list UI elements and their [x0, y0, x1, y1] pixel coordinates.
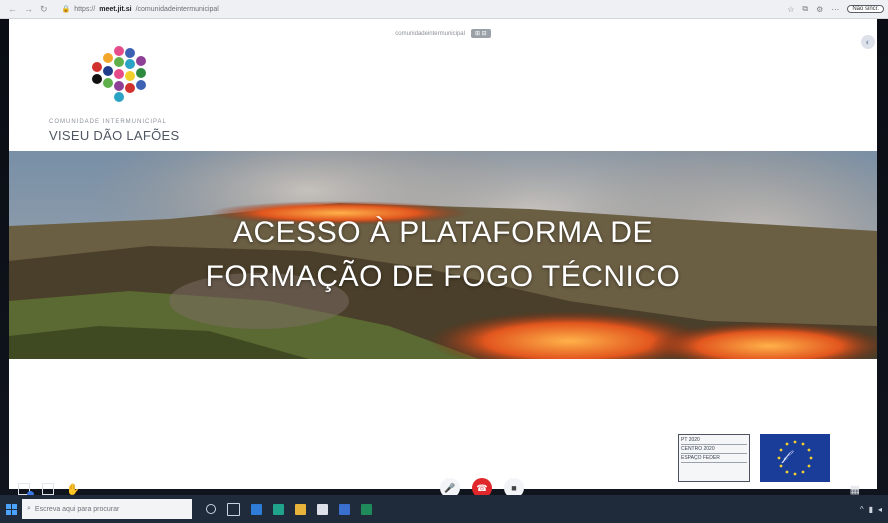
os-taskbar: ⌕ Escreva aqui para procurar ^ ▮ ◂ — [0, 495, 888, 523]
url-host: meet.jit.si — [99, 5, 132, 13]
back-icon[interactable]: ← — [8, 4, 17, 15]
eu-stars-icon — [777, 440, 813, 476]
store-icon[interactable] — [317, 503, 328, 515]
portugal2020-logo: PT 2020 CENTRO 2020 ESPAÇO FEDER — [678, 434, 750, 482]
url-prefix: https:// — [74, 5, 96, 13]
screen-share-button[interactable] — [18, 483, 34, 498]
eu-signature-mark: 𝒻 — [782, 448, 789, 464]
windows-start-button[interactable] — [0, 495, 22, 523]
taskbar-apps — [206, 502, 372, 516]
windows-logo-icon — [5, 503, 17, 515]
network-icon[interactable]: ▮ — [869, 505, 873, 514]
funding-line: ESPAÇO FEDER — [681, 454, 747, 463]
eu-flag-logo: 𝒻 — [760, 434, 830, 482]
chat-button[interactable] — [42, 483, 54, 495]
presenter-tag[interactable]: ⊞ ⊟ — [470, 29, 491, 38]
tile-view-icon[interactable]: ◐ — [861, 35, 875, 49]
meeting-stage: comunidadeintermunicipal ⊞ ⊟ ◐ COMUNIDAD… — [0, 19, 888, 498]
collections-icon[interactable]: ⧉ — [802, 4, 808, 14]
fire-banner: ACESSO À PLATAFORMA DE FORMAÇÃO DE FOGO … — [9, 151, 877, 359]
mail-icon[interactable] — [339, 503, 350, 515]
slide-title-line-2: FORMAÇÃO DE FOGO TÉCNICO — [205, 260, 681, 293]
reload-icon[interactable]: ↻ — [40, 4, 48, 15]
browser-nav: ← → ↻ — [0, 4, 48, 15]
taskbar-search[interactable]: ⌕ Escreva aqui para procurar — [22, 499, 192, 519]
lock-icon: 🔒 — [61, 6, 71, 13]
settings-icon[interactable]: ⋯ — [831, 5, 839, 14]
task-view-icon[interactable] — [227, 502, 240, 516]
microphone-icon: 🎤 — [444, 482, 456, 493]
org-logo: COMUNIDADE INTERMUNICIPAL VISEU DÃO LAFÕ… — [49, 45, 209, 155]
system-tray: ^ ▮ ◂ — [860, 505, 888, 514]
hexagon-cluster-icon — [92, 46, 146, 102]
funding-line: PT 2020 — [681, 436, 747, 445]
address-bar[interactable]: 🔒 https://meet.jit.si/comunidadeintermun… — [62, 4, 362, 15]
slide-title-line-1: ACESSO À PLATAFORMA DE — [233, 216, 653, 249]
slide-title: ACESSO À PLATAFORMA DE FORMAÇÃO DE FOGO … — [9, 211, 877, 299]
presenter-bar: comunidadeintermunicipal ⊞ ⊟ — [9, 29, 877, 38]
excel-icon[interactable] — [361, 503, 372, 515]
presenter-name: comunidadeintermunicipal — [395, 30, 465, 37]
star-icon[interactable]: ☆ — [787, 5, 794, 14]
file-explorer-icon[interactable] — [295, 503, 306, 515]
url-path: /comunidadeintermunicipal — [135, 5, 219, 13]
shared-slide: comunidadeintermunicipal ⊞ ⊟ ◐ COMUNIDAD… — [9, 19, 877, 489]
profile-button[interactable]: Não sincr. — [847, 5, 884, 13]
edge-icon[interactable] — [251, 503, 262, 515]
search-icon: ⌕ — [27, 505, 31, 512]
cortana-icon[interactable] — [206, 504, 216, 514]
extensions-icon[interactable]: ⚙ — [816, 5, 823, 14]
browser-actions: ☆ ⧉ ⚙ ⋯ Não sincr. — [787, 4, 888, 14]
browser-app-icon[interactable] — [273, 503, 284, 515]
funding-line: CENTRO 2020 — [681, 445, 747, 454]
forward-icon[interactable]: → — [24, 4, 33, 15]
org-name: VISEU DÃO LAFÕES — [49, 128, 180, 143]
volume-icon[interactable]: ◂ — [878, 505, 882, 514]
camera-icon: ■ — [511, 483, 517, 493]
phone-hangup-icon: ☎ — [476, 482, 488, 493]
chevron-up-icon[interactable]: ^ — [860, 505, 864, 514]
search-placeholder: Escreva aqui para procurar — [34, 505, 120, 513]
org-subtitle: COMUNIDADE INTERMUNICIPAL — [49, 119, 167, 125]
browser-toolbar: ← → ↻ 🔒 https://meet.jit.si/comunidadein… — [0, 0, 888, 19]
